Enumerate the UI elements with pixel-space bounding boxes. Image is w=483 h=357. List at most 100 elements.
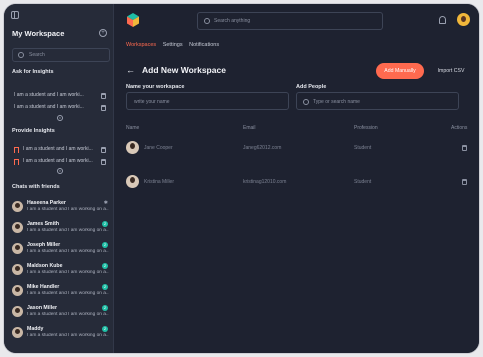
bookmark-icon [14,159,19,165]
search-icon [303,99,309,105]
tab-settings[interactable]: Settings [163,42,183,48]
table-row[interactable]: Jane Cooper Janeg62012.com Student [114,138,479,158]
ask-insight-text: I am a student and I am worki... [14,92,84,98]
provide-insight-item[interactable]: I am a student and I am worki... [14,158,108,168]
unread-badge: 2 [102,221,108,227]
sidebar: My Workspace + Search Ask for Insights I… [4,4,114,353]
avatar [12,285,23,296]
column-header-name: Name [126,125,140,131]
app-logo-icon[interactable] [126,13,140,27]
workspace-name-label: Name your workspace [126,84,185,90]
avatar [12,243,23,254]
workspace-name-input[interactable]: write your name [126,92,289,110]
sidebar-toggle-icon[interactable] [11,11,19,19]
main-content: Search anything Workspaces Settings Noti… [114,4,479,353]
chat-item-haseena-parker[interactable]: Haseena Parker I am a student and I am w… [12,198,110,218]
chat-name: Haseena Parker [27,200,66,206]
search-icon [18,52,24,58]
bell-icon[interactable] [439,16,446,24]
trash-icon[interactable] [101,159,106,165]
unread-badge: 2 [102,326,108,332]
tab-bar: Workspaces Settings Notifications [126,42,224,48]
unread-badge: 2 [102,305,108,311]
provide-insight-text: I am a student and I am worki... [23,146,93,152]
ask-insight-text: I am a student and I am worki... [14,104,84,110]
tab-notifications[interactable]: Notifications [189,42,219,48]
row-name: Jane Cooper [144,145,173,151]
trash-icon[interactable] [462,145,467,151]
avatar [12,201,23,212]
bookmark-icon [14,147,19,153]
row-profession: Student [354,145,372,151]
unread-badge: 2 [102,284,108,290]
workspace-name-placeholder: write your name [134,99,170,105]
import-csv-button[interactable]: Import CSV [429,63,473,79]
chat-name: Maddy [27,326,44,332]
avatar [12,327,23,338]
chat-message: I am a student and I am working on a... [27,207,109,212]
column-header-profession: Profession [354,125,378,131]
page-title: Add New Workspace [142,65,226,75]
row-email: Janeg62012.com [243,145,282,151]
add-manually-button[interactable]: Add Manually [376,63,424,79]
chat-item-jason-miller[interactable]: Jason Miller I am a student and I am wor… [12,303,110,323]
sidebar-search-placeholder: Search [29,52,45,58]
add-people-input[interactable]: Type or search name [296,92,459,110]
table-row[interactable]: Kristina Miller kristinag12010.com Stude… [114,172,479,192]
trash-icon[interactable] [462,179,467,185]
chat-message: I am a student and I am working on a... [27,333,109,338]
ask-insight-item[interactable]: I am a student and I am worki... [14,104,108,114]
trash-icon[interactable] [101,147,106,153]
column-header-actions: Actions [451,125,468,131]
chat-name: Mike Handler [27,284,60,290]
sidebar-search-input[interactable]: Search [12,48,110,62]
chat-name: Joseph Miller [27,242,61,248]
chevron-down-icon[interactable]: v [57,168,63,174]
trash-icon[interactable] [101,93,106,99]
search-icon [204,18,210,24]
chat-message: I am a student and I am working on a... [27,249,109,254]
global-search-placeholder: Search anything [214,18,251,24]
unread-badge: 2 [102,263,108,269]
chat-item-mike-handler[interactable]: Mike Handler I am a student and I am wor… [12,282,110,302]
chat-name: Jason Miller [27,305,57,311]
sidebar-title: My Workspace [12,29,65,38]
chat-item-maldson-kube[interactable]: Maldson Kube I am a student and I am wor… [12,261,110,281]
avatar [126,175,139,188]
chat-item-james-smith[interactable]: James Smith I am a student and I am work… [12,219,110,239]
global-search-input[interactable]: Search anything [197,12,383,30]
tab-workspaces[interactable]: Workspaces [126,42,156,48]
app-window: My Workspace + Search Ask for Insights I… [4,4,479,353]
chat-name: Maldson Kube [27,263,63,269]
row-profession: Student [354,179,372,185]
unread-badge: 2 [102,242,108,248]
chat-message: I am a student and I am working on a... [27,291,109,296]
avatar [12,264,23,275]
ask-insights-heading: Ask for Insights [12,69,54,75]
add-people-placeholder: Type or search name [313,99,360,105]
add-people-label: Add People [296,84,327,90]
chat-message: I am a student and I am working on a... [27,228,109,233]
chat-message: I am a student and I am working on a... [27,312,109,317]
chat-message: I am a student and I am working on a... [27,270,109,275]
row-name: Kristina Miller [144,179,175,185]
chat-name: James Smith [27,221,60,227]
column-header-email: Email [243,125,256,131]
add-workspace-icon[interactable]: + [99,29,107,37]
ask-insight-item[interactable]: I am a student and I am worki... [14,92,108,102]
chat-item-maddy[interactable]: Maddy I am a student and I am working on… [12,324,110,344]
user-avatar[interactable] [457,13,470,26]
avatar [12,306,23,317]
avatar [12,222,23,233]
avatar [126,141,139,154]
arrow-left-icon[interactable]: ← [126,65,135,75]
pin-icon: ✱ [103,200,108,206]
row-email: kristinag12010.com [243,179,287,185]
chats-heading: Chats with friends [12,184,60,190]
provide-insight-text: I am a student and I am worki... [23,158,93,164]
chat-item-joseph-miller[interactable]: Joseph Miller I am a student and I am wo… [12,240,110,260]
chevron-down-icon[interactable]: v [57,115,63,121]
trash-icon[interactable] [101,105,106,111]
provide-insight-item[interactable]: I am a student and I am worki... [14,146,108,156]
provide-insights-heading: Provide Insights [12,128,55,134]
